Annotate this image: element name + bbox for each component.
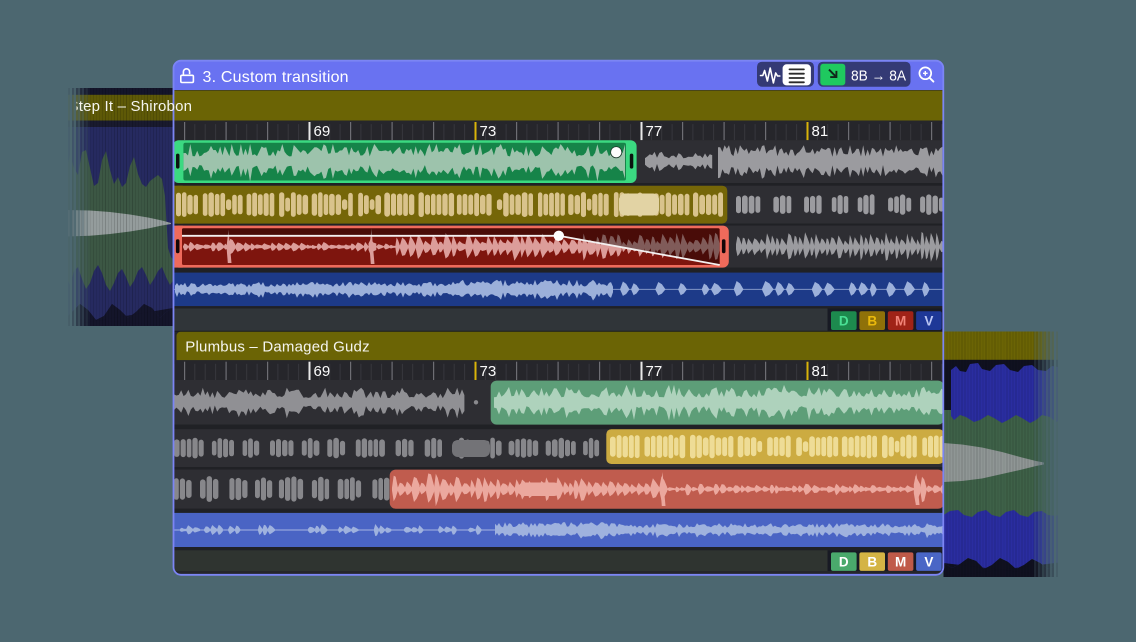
svg-text:77: 77 [646, 363, 663, 380]
svg-text:81: 81 [812, 123, 829, 140]
svg-text:69: 69 [314, 123, 331, 140]
svg-text:M: M [895, 555, 906, 570]
svg-text:3. Custom transition: 3. Custom transition [203, 69, 349, 86]
svg-text:81: 81 [812, 363, 829, 380]
svg-text:77: 77 [646, 123, 663, 140]
svg-text:69: 69 [314, 363, 331, 380]
svg-text:V: V [924, 314, 933, 329]
svg-text:B: B [867, 555, 877, 570]
svg-text:D: D [839, 314, 849, 329]
svg-text:Plumbus – Damaged Gudz: Plumbus – Damaged Gudz [185, 339, 369, 356]
svg-text:V: V [924, 555, 933, 570]
svg-text:73: 73 [480, 363, 497, 380]
svg-text:D: D [839, 555, 849, 570]
svg-text:B: B [867, 314, 877, 329]
svg-text:8B → 8A: 8B → 8A [851, 67, 906, 84]
svg-text:Step It – Shirobon: Step It – Shirobon [69, 98, 193, 115]
svg-text:73: 73 [480, 123, 497, 140]
svg-text:M: M [895, 314, 906, 329]
